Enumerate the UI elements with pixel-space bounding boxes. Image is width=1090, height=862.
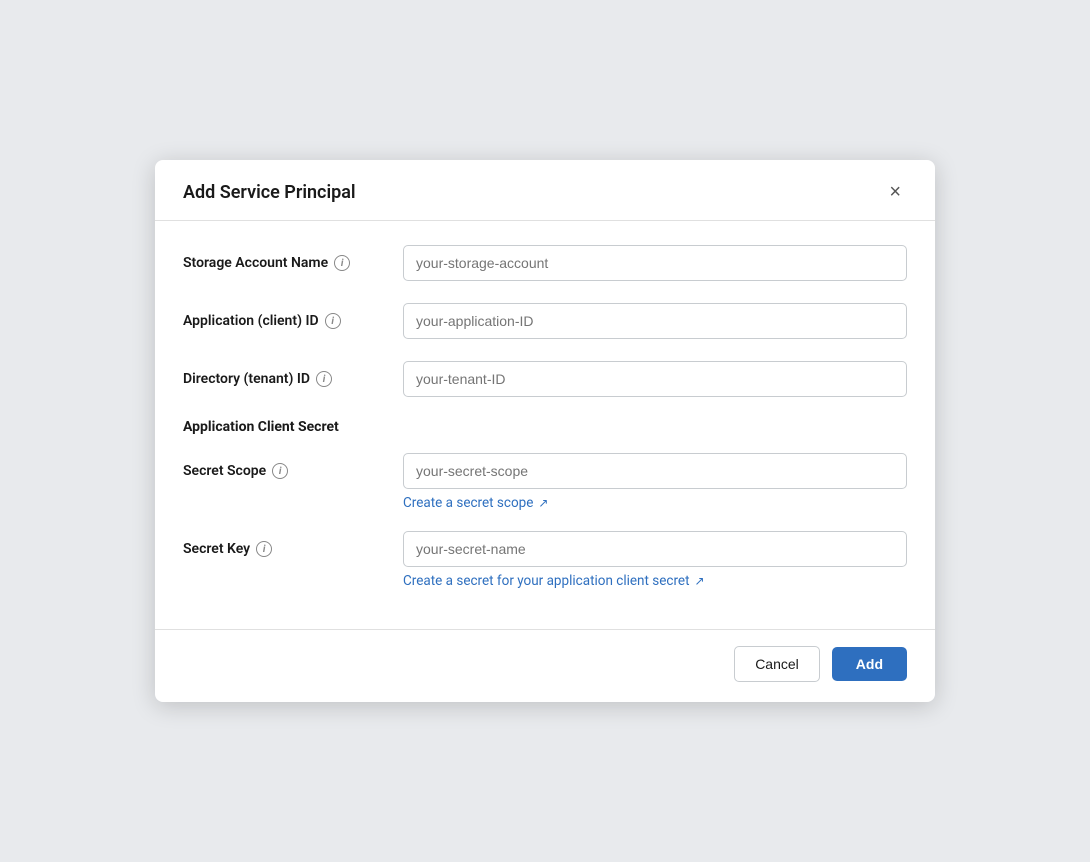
add-button[interactable]: Add bbox=[832, 647, 907, 681]
create-secret-key-link-area: Create a secret for your application cli… bbox=[403, 573, 907, 589]
application-id-input[interactable] bbox=[403, 303, 907, 339]
secret-key-label: Secret Key i bbox=[183, 541, 403, 557]
secret-scope-inner: Secret Scope i bbox=[183, 453, 907, 489]
secret-key-input[interactable] bbox=[403, 531, 907, 567]
directory-id-label: Directory (tenant) ID i bbox=[183, 371, 403, 387]
dialog: Add Service Principal × Storage Account … bbox=[155, 160, 935, 702]
dialog-header: Add Service Principal × bbox=[155, 160, 935, 221]
secret-scope-row: Secret Scope i Create a secret scope ↗ bbox=[183, 453, 907, 511]
secret-scope-info-icon: i bbox=[272, 463, 288, 479]
dialog-footer: Cancel Add bbox=[155, 629, 935, 702]
secret-scope-external-icon: ↗ bbox=[538, 496, 548, 510]
secret-key-info-icon: i bbox=[256, 541, 272, 557]
directory-id-info-icon: i bbox=[316, 371, 332, 387]
overlay: Add Service Principal × Storage Account … bbox=[0, 0, 1090, 862]
create-secret-key-link[interactable]: Create a secret for your application cli… bbox=[403, 573, 705, 589]
secret-key-row: Secret Key i Create a secret for your ap… bbox=[183, 531, 907, 589]
create-secret-scope-link[interactable]: Create a secret scope ↗ bbox=[403, 495, 548, 511]
directory-id-input[interactable] bbox=[403, 361, 907, 397]
secret-key-inner: Secret Key i bbox=[183, 531, 907, 567]
directory-id-row: Directory (tenant) ID i bbox=[183, 361, 907, 397]
application-id-info-icon: i bbox=[325, 313, 341, 329]
dialog-body: Storage Account Name i Application (clie… bbox=[155, 221, 935, 621]
secret-scope-input[interactable] bbox=[403, 453, 907, 489]
cancel-button[interactable]: Cancel bbox=[734, 646, 820, 682]
create-secret-scope-link-area: Create a secret scope ↗ bbox=[403, 495, 907, 511]
secret-key-external-icon: ↗ bbox=[695, 574, 705, 588]
storage-account-input[interactable] bbox=[403, 245, 907, 281]
application-id-label: Application (client) ID i bbox=[183, 313, 403, 329]
storage-account-info-icon: i bbox=[334, 255, 350, 271]
storage-account-label: Storage Account Name i bbox=[183, 255, 403, 271]
dialog-title: Add Service Principal bbox=[183, 182, 356, 203]
application-id-row: Application (client) ID i bbox=[183, 303, 907, 339]
application-client-secret-heading: Application Client Secret bbox=[183, 419, 907, 435]
close-button[interactable]: × bbox=[883, 180, 907, 204]
secret-scope-label: Secret Scope i bbox=[183, 463, 403, 479]
storage-account-row: Storage Account Name i bbox=[183, 245, 907, 281]
